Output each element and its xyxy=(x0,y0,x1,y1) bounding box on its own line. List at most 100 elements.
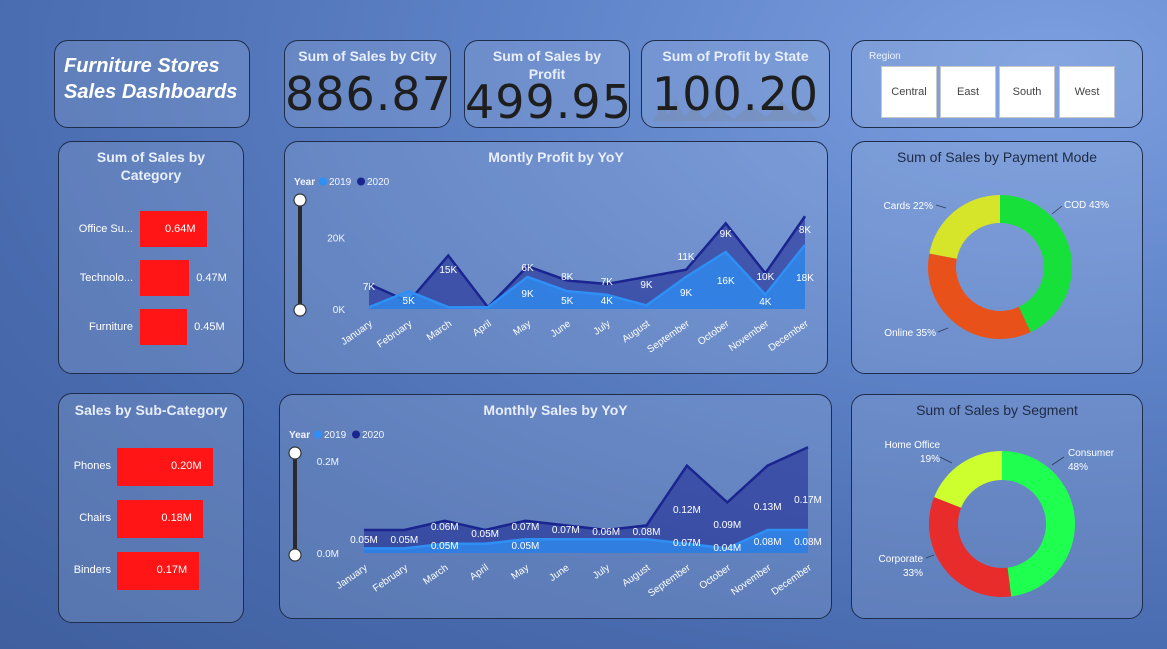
bar xyxy=(140,309,188,345)
segment-donut-plot: Consumer 48% Corporate 33% Home Office 19% xyxy=(879,440,1115,597)
year-slider[interactable] xyxy=(288,446,302,562)
bar-value-label: 0.17M xyxy=(156,564,188,576)
x-tick-label: December xyxy=(767,318,812,354)
leader-line xyxy=(1051,205,1063,215)
legend-marker xyxy=(352,430,360,439)
legend-label: 2019 xyxy=(324,430,347,441)
data-label: 7K xyxy=(363,282,376,293)
data-label: 0.05M xyxy=(431,541,459,552)
data-label: 10K xyxy=(756,272,774,283)
data-label: 0.12M xyxy=(673,505,701,516)
bar-value-label: 0.64M xyxy=(165,223,196,235)
bar-category-label: Furniture xyxy=(88,321,133,333)
data-label: 0.04M xyxy=(713,543,741,554)
x-tick-label: November xyxy=(727,318,772,354)
data-label: 0.07M xyxy=(673,538,701,549)
x-tick-label: August xyxy=(620,318,652,345)
donut-slice xyxy=(1002,451,1076,597)
donut-label: Cards 22% xyxy=(884,201,934,212)
x-tick-label: September xyxy=(646,562,693,599)
data-label: 0.08M xyxy=(794,537,822,548)
area-series-2020 xyxy=(364,447,808,553)
region-button-central[interactable]: Central xyxy=(881,66,937,118)
chart-title: Sales by Sub-Category xyxy=(74,402,228,418)
donut-label: Consumer xyxy=(1068,448,1115,459)
legend-label: 2020 xyxy=(367,177,390,188)
data-label: 8K xyxy=(561,272,574,283)
kpi-card-sales-by-profit[interactable]: Sum of Sales by Profit 499.95 xyxy=(464,40,632,129)
kpi-value: 499.95 xyxy=(465,75,632,129)
data-label: 0.05M xyxy=(390,535,418,546)
data-label: 0.17M xyxy=(794,495,822,506)
subcategory-bar-chart[interactable]: Sales by Sub-Category Phones 0.20M Chairs 0… xyxy=(58,393,244,623)
kpi-title: Sum of Sales by City xyxy=(298,48,437,64)
bar xyxy=(140,260,190,296)
chart-title: Sum of Sales by Category xyxy=(96,149,206,183)
legend: Year 2019 2020 xyxy=(294,177,390,188)
donut-slice xyxy=(928,253,1031,339)
data-label: 9K xyxy=(720,229,733,240)
x-tick-label: April xyxy=(468,562,491,582)
profit-area-chart[interactable]: Montly Profit by YoY Year 2019 2020 0K 20K 5K… xyxy=(284,141,828,374)
category-bar-chart[interactable]: Sum of Sales by Category Office Su... 0.6… xyxy=(58,141,244,374)
x-tick-label: March xyxy=(421,562,450,587)
x-tick-label: February xyxy=(375,318,414,350)
x-tick-label: December xyxy=(770,562,815,598)
x-tick-label: May xyxy=(511,318,533,338)
leader-line xyxy=(1051,456,1065,466)
bar-category-label: Chairs xyxy=(79,512,111,524)
bar-category-label: Technolo... xyxy=(79,272,133,284)
donut-slice xyxy=(929,195,1000,259)
data-label: 0.05M xyxy=(512,541,540,552)
x-tick-label: April xyxy=(471,318,494,338)
donut-label: COD 43% xyxy=(1064,200,1109,211)
payment-donut-plot: COD 43% Online 35% Cards 22% xyxy=(884,195,1109,339)
bar-value-label: 0.18M xyxy=(161,512,192,524)
donut-label: 19% xyxy=(920,454,940,465)
data-label: 0.13M xyxy=(754,502,782,513)
kpi-card-profit-by-state[interactable]: Sum of Profit by State 100.20 xyxy=(641,40,830,128)
sales-area-chart[interactable]: Monthly Sales by YoY Year 2019 2020 0.0M 0.2… xyxy=(279,394,832,619)
year-slider[interactable] xyxy=(293,193,307,317)
region-button-east[interactable]: East xyxy=(940,66,996,118)
region-button-west[interactable]: West xyxy=(1059,66,1115,118)
data-label: 5K xyxy=(403,296,416,307)
kpi-card-sales-by-city[interactable]: Sum of Sales by City 886.87 xyxy=(284,40,451,128)
y-tick-label: 0.2M xyxy=(317,457,339,468)
region-slicer: Region Central East South West xyxy=(851,40,1143,128)
x-tick-label: June xyxy=(549,318,573,340)
segment-donut-chart[interactable]: Sum of Sales by Segment Consumer 48% Corpo… xyxy=(851,394,1143,619)
legend-title: Year xyxy=(294,177,315,188)
region-button-south[interactable]: South xyxy=(999,66,1055,118)
x-tick-label: July xyxy=(591,562,612,581)
data-label: 5K xyxy=(561,296,574,307)
sales-area-plot: Year 2019 2020 0.0M 0.2M 0.05M 0.05M 0.07M 0.04M… xyxy=(288,430,822,600)
bar-category-label: Office Su... xyxy=(78,223,133,235)
data-label: 0.05M xyxy=(471,529,499,540)
x-tick-label: July xyxy=(592,318,613,337)
legend-label: 2019 xyxy=(329,177,352,188)
payment-donut-chart[interactable]: Sum of Sales by Payment Mode COD 43% Onli… xyxy=(851,141,1143,374)
x-tick-label: October xyxy=(698,562,734,592)
data-label: 0.06M xyxy=(592,527,620,538)
x-tick-label: May xyxy=(509,562,531,582)
leader-line xyxy=(937,327,949,333)
kpi-value: 886.87 xyxy=(285,67,452,121)
data-label: 4K xyxy=(759,297,772,308)
legend-marker xyxy=(314,430,322,439)
y-tick-label: 0.0M xyxy=(317,549,339,560)
data-label: 0.06M xyxy=(431,522,459,533)
legend-marker xyxy=(319,177,327,186)
x-tick-label: January xyxy=(334,562,369,591)
bar-value-label: 0.20M xyxy=(171,460,202,472)
data-label: 6K xyxy=(521,263,534,274)
data-label: 0.08M xyxy=(754,537,782,548)
x-tick-label: June xyxy=(547,562,571,584)
donut-label: 48% xyxy=(1068,462,1088,473)
region-slicer-label: Region xyxy=(869,51,901,62)
x-tick-label: January xyxy=(339,318,374,347)
data-label: 16K xyxy=(717,276,735,287)
donut-label: 33% xyxy=(903,568,923,579)
bar-value-label: 0.45M xyxy=(194,321,225,333)
profit-area-plot: Year 2019 2020 0K 20K 5K 9K 5K 4K 9K 16K 4K 18K 7K 15K… xyxy=(293,177,814,356)
